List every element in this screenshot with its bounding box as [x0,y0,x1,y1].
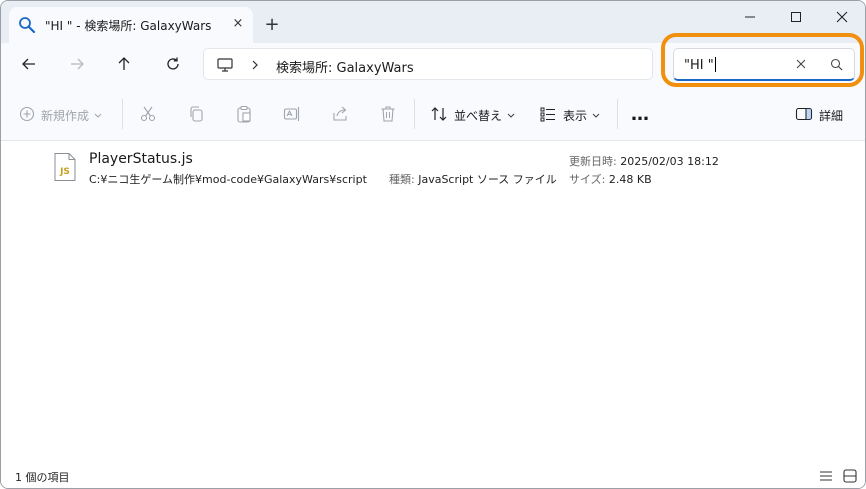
close-icon [796,59,806,69]
search-icon [18,16,36,34]
trash-icon [379,105,397,126]
list-view-icon [539,105,557,126]
chevron-down-icon [94,108,102,122]
clear-search-button[interactable] [792,55,810,73]
search-input-value[interactable]: "HI " [684,57,716,73]
maximize-icon [790,8,802,27]
file-type-value: JavaScript ソース ファイル [418,173,557,186]
more-icon: … [631,103,649,125]
up-button[interactable] [111,53,137,79]
tab-close-icon[interactable]: × [228,14,248,34]
search-icon [830,58,842,70]
toolbar-divider [414,99,415,129]
clipboard-icon [235,105,253,126]
tiles-view-button[interactable] [841,467,859,485]
copy-icon [187,105,205,126]
toolbar-divider [122,99,123,129]
paste-button[interactable] [235,102,253,128]
file-path: C:¥ニコ生ゲーム制作¥mod-code¥GalaxyWars¥script [89,173,367,186]
file-modified: 更新日時: 2025/02/03 18:12 [569,153,719,169]
share-button[interactable] [331,102,349,128]
new-button-label: 新規作成 [41,108,90,123]
arrow-right-icon [69,56,85,76]
maximize-button[interactable] [773,1,819,33]
plus-circle-icon [19,106,35,125]
details-pane-button[interactable]: 詳細 [795,102,843,128]
refresh-button[interactable] [160,53,186,79]
cut-button[interactable] [139,102,157,128]
results-pane: JS PlayerStatus.js C:¥ニコ生ゲーム制作¥mod-code¥… [1,141,865,461]
tab-search-results[interactable]: "HI " - 検索場所: GalaxyWars × [9,7,253,43]
new-button[interactable]: 新規作成 [19,102,102,128]
chevron-right-icon[interactable] [248,56,262,74]
file-size-value: 2.48 KB [608,173,652,186]
sort-button[interactable]: 並べ替え [430,102,515,128]
file-modified-value: 2025/02/03 18:12 [620,155,719,168]
address-text[interactable]: 検索場所: GalaxyWars [276,57,414,76]
file-size: サイズ: 2.48 KB [569,171,652,187]
details-view-button[interactable] [817,467,835,485]
back-button[interactable] [16,53,42,79]
result-item[interactable]: JS PlayerStatus.js C:¥ニコ生ゲーム制作¥mod-code¥… [1,147,865,195]
js-icon-label: JS [59,167,70,177]
explorer-window: "HI " - 検索場所: GalaxyWars × + 検索場所: Galax… [0,0,866,489]
file-modified-label: 更新日時: [569,155,617,168]
status-bar: 1 個の項目 [1,461,865,488]
chevron-down-icon [507,108,515,122]
search-query-text: "HI " [684,58,714,73]
text-caret [714,57,716,72]
close-window-button[interactable] [819,1,865,33]
search-button[interactable] [828,56,844,72]
details-pane-icon [795,105,813,126]
file-name[interactable]: PlayerStatus.js [89,151,193,167]
file-type: 種類: JavaScript ソース ファイル [389,171,557,187]
arrow-up-icon [116,56,132,76]
view-button-label: 表示 [563,108,588,123]
new-tab-button[interactable]: + [261,14,283,36]
rename-button[interactable] [283,102,301,128]
more-options-button[interactable]: … [631,101,649,127]
search-input[interactable]: "HI " [673,48,855,81]
details-pane-label: 詳細 [819,108,844,123]
details-view-icon [820,471,832,481]
computer-icon [216,56,234,74]
close-icon [836,8,848,27]
tiles-view-icon [843,469,857,483]
file-type-label: 種類: [389,173,415,186]
minimize-button[interactable] [727,1,773,33]
rename-icon [283,105,301,126]
sort-button-label: 並べ替え [454,108,503,123]
delete-button[interactable] [379,102,397,128]
file-size-label: サイズ: [569,173,606,186]
arrow-left-icon [21,56,37,76]
copy-button[interactable] [187,102,205,128]
refresh-icon [165,56,181,76]
share-icon [331,105,349,126]
view-button[interactable]: 表示 [539,102,600,128]
address-bar[interactable]: 検索場所: GalaxyWars [203,48,653,80]
minimize-icon [744,8,756,27]
forward-button[interactable] [64,53,90,79]
tab-title: "HI " - 検索場所: GalaxyWars [45,19,212,33]
item-count: 1 個の項目 [15,471,70,484]
chevron-down-icon [592,108,600,122]
toolbar-divider [617,99,618,129]
js-file-icon: JS [53,152,77,182]
sort-icon [430,105,448,126]
scissors-icon [139,105,157,126]
